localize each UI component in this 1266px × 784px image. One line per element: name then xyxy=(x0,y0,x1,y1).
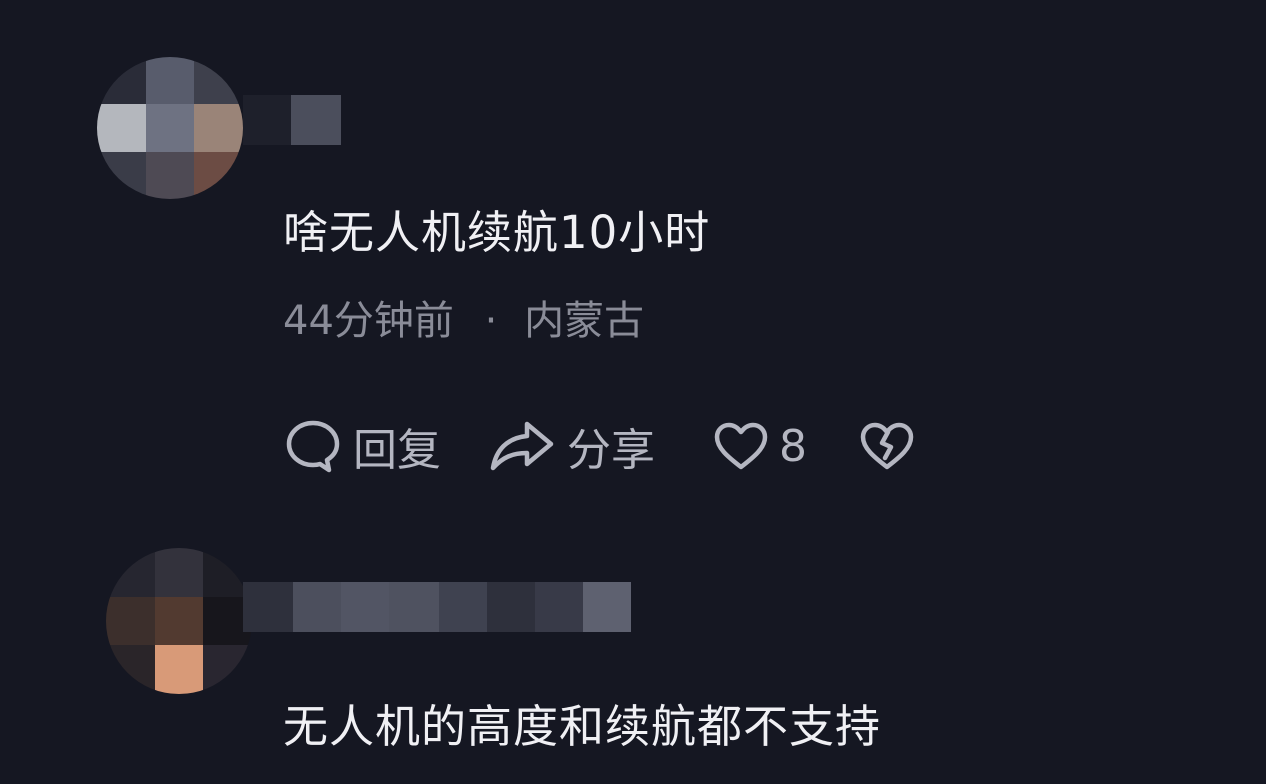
username-blurred[interactable] xyxy=(243,95,341,145)
avatar[interactable] xyxy=(106,548,252,694)
like-button[interactable]: 8 xyxy=(713,421,807,472)
share-arrow-icon xyxy=(489,420,555,472)
reply-label: 回复 xyxy=(353,425,441,476)
comment-meta: 44分钟前 · 内蒙古 xyxy=(283,288,644,346)
reply-button[interactable]: 回复 xyxy=(285,414,441,478)
broken-heart-icon xyxy=(859,421,915,471)
comment-time: 44分钟前 xyxy=(283,298,454,344)
avatar[interactable] xyxy=(97,57,243,199)
like-count: 8 xyxy=(779,420,807,472)
comment-location: 内蒙古 xyxy=(524,298,645,344)
comment-text: 无人机的高度和续航都不支持 xyxy=(283,700,882,753)
meta-separator: · xyxy=(484,298,498,344)
heart-icon xyxy=(713,421,769,471)
share-label: 分享 xyxy=(567,425,655,476)
share-button[interactable]: 分享 xyxy=(489,414,655,478)
comment-text: 啥无人机续航10小时 xyxy=(283,206,711,259)
comment-actions: 回复 分享 8 xyxy=(285,418,915,476)
comment-bubble-icon xyxy=(285,418,341,474)
dislike-button[interactable] xyxy=(859,421,915,471)
username-blurred[interactable] xyxy=(243,582,631,632)
